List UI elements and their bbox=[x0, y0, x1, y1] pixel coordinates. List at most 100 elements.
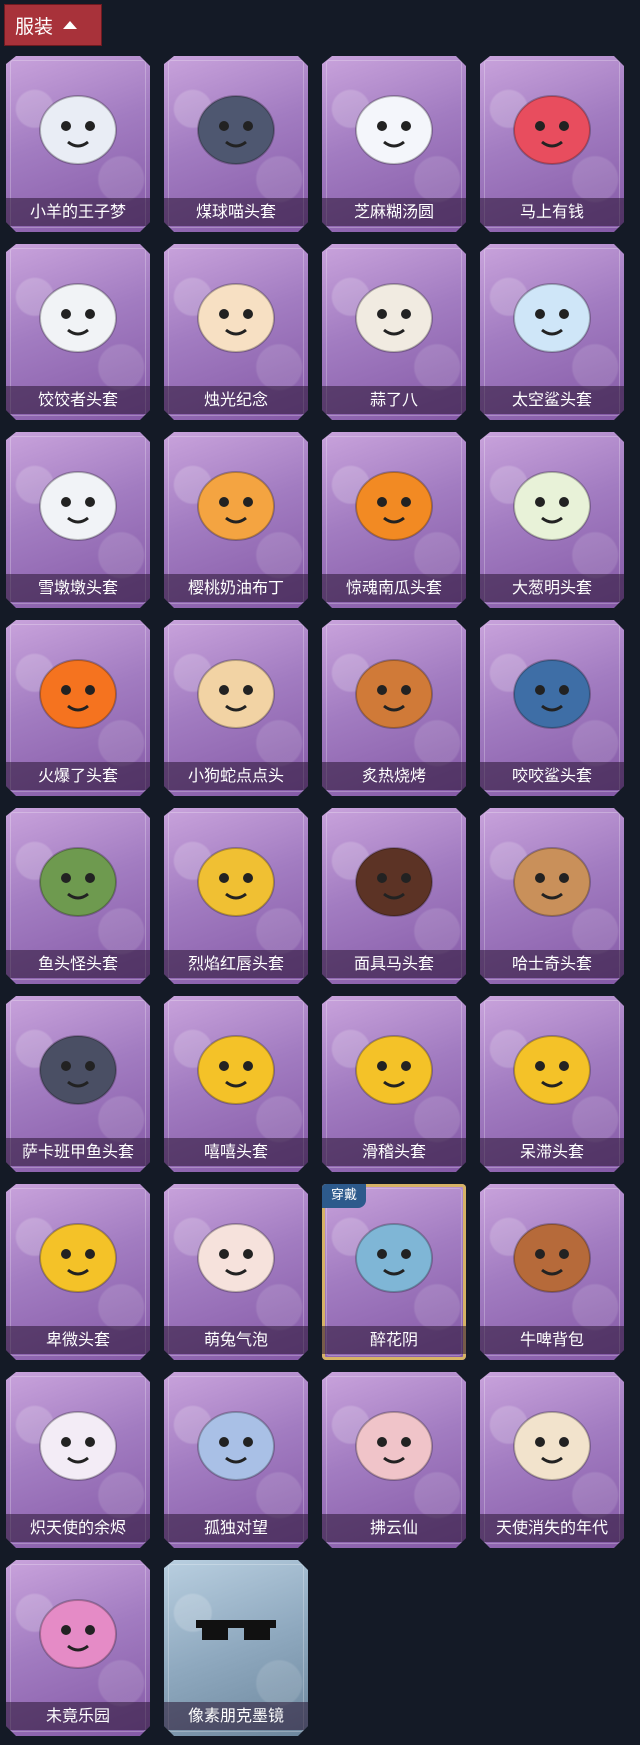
costume-name: 太空鲨头套 bbox=[480, 386, 624, 414]
pixel-sunglasses-icon bbox=[196, 1620, 276, 1640]
dumpling-head-icon bbox=[39, 283, 117, 353]
fish-head-icon bbox=[39, 847, 117, 917]
costume-name: 烛光纪念 bbox=[164, 386, 308, 414]
costume-name: 炽天使的余烬 bbox=[6, 1514, 150, 1542]
costume-name: 樱桃奶油布丁 bbox=[164, 574, 308, 602]
costume-card[interactable]: 大葱明头套 bbox=[480, 432, 624, 608]
space-shark-head-icon bbox=[513, 283, 591, 353]
costume-card[interactable]: 醉花阴 穿戴 bbox=[322, 1184, 466, 1360]
shark-head-icon bbox=[513, 659, 591, 729]
costume-card[interactable]: 未竟乐园 bbox=[6, 1560, 150, 1736]
fire-head-icon bbox=[39, 659, 117, 729]
costume-grid: 小羊的王子梦 煤球喵头套 芝麻糊汤圆 马上有钱饺饺者头套 烛光纪念 蒜了八 太空鲨头套雪墩墩… bbox=[0, 0, 640, 1745]
husky-head-icon bbox=[513, 847, 591, 917]
costume-card[interactable]: 烛光纪念 bbox=[164, 244, 308, 420]
fish-fossil-head-icon bbox=[39, 1035, 117, 1105]
costume-card[interactable]: 孤独对望 bbox=[164, 1372, 308, 1548]
angel-doll-icon bbox=[39, 1411, 117, 1481]
costume-name: 呆滞头套 bbox=[480, 1138, 624, 1166]
costume-card[interactable]: 小狗蛇点点头 bbox=[164, 620, 308, 796]
costume-name: 未竟乐园 bbox=[6, 1702, 150, 1730]
costume-name: 小羊的王子梦 bbox=[6, 198, 150, 226]
costume-name: 面具马头套 bbox=[322, 950, 466, 978]
costume-card[interactable]: 滑稽头套 bbox=[322, 996, 466, 1172]
costume-name: 哈士奇头套 bbox=[480, 950, 624, 978]
costume-card[interactable]: 太空鲨头套 bbox=[480, 244, 624, 420]
costume-card[interactable]: 炽天使的余烬 bbox=[6, 1372, 150, 1548]
costume-card[interactable]: 烈焰红唇头套 bbox=[164, 808, 308, 984]
costume-card[interactable]: 咬咬鲨头套 bbox=[480, 620, 624, 796]
costume-card[interactable]: 像素朋克墨镜 bbox=[164, 1560, 308, 1736]
horse-head-icon bbox=[513, 95, 591, 165]
costume-card[interactable]: 煤球喵头套 bbox=[164, 56, 308, 232]
costume-name: 鱼头怪头套 bbox=[6, 950, 150, 978]
cow-beer-backpack-icon bbox=[513, 1223, 591, 1293]
costume-name: 卑微头套 bbox=[6, 1326, 150, 1354]
costume-name: 天使消失的年代 bbox=[480, 1514, 624, 1542]
costume-card[interactable]: 火爆了头套 bbox=[6, 620, 150, 796]
costume-name: 小狗蛇点点头 bbox=[164, 762, 308, 790]
costume-card[interactable]: 雪墩墩头套 bbox=[6, 432, 150, 608]
costume-name: 惊魂南瓜头套 bbox=[322, 574, 466, 602]
sheep-prince-head-icon bbox=[39, 95, 117, 165]
scallion-head-icon bbox=[513, 471, 591, 541]
costume-card[interactable]: 炙热烧烤 bbox=[322, 620, 466, 796]
costume-name: 芝麻糊汤圆 bbox=[322, 198, 466, 226]
costume-name: 火爆了头套 bbox=[6, 762, 150, 790]
pink-doll-icon bbox=[39, 1599, 117, 1669]
equipped-badge: 穿戴 bbox=[322, 1184, 366, 1208]
costume-name: 孤独对望 bbox=[164, 1514, 308, 1542]
costume-card[interactable]: 萨卡班甲鱼头套 bbox=[6, 996, 150, 1172]
costume-card[interactable]: 鱼头怪头套 bbox=[6, 808, 150, 984]
costume-card[interactable]: 哈士奇头套 bbox=[480, 808, 624, 984]
costume-name: 大葱明头套 bbox=[480, 574, 624, 602]
costume-name: 牛啤背包 bbox=[480, 1326, 624, 1354]
candle-head-icon bbox=[197, 283, 275, 353]
horse-mask-head-icon bbox=[355, 847, 433, 917]
charm-doll-icon bbox=[197, 1411, 275, 1481]
pudding-head-icon bbox=[197, 471, 275, 541]
costume-card[interactable]: 小羊的王子梦 bbox=[6, 56, 150, 232]
costume-card[interactable]: 芝麻糊汤圆 bbox=[322, 56, 466, 232]
yellow-mouse-head-icon bbox=[197, 847, 275, 917]
costume-name: 煤球喵头套 bbox=[164, 198, 308, 226]
costume-card[interactable]: 惊魂南瓜头套 bbox=[322, 432, 466, 608]
costume-card[interactable]: 牛啤背包 bbox=[480, 1184, 624, 1360]
angel-halo-doll-icon bbox=[513, 1411, 591, 1481]
bunny-bubble-icon bbox=[197, 1223, 275, 1293]
barbecue-head-icon bbox=[355, 659, 433, 729]
cat-head-icon bbox=[197, 95, 275, 165]
costume-name: 马上有钱 bbox=[480, 198, 624, 226]
stare-emoji-head-icon bbox=[513, 1035, 591, 1105]
costume-name: 拂云仙 bbox=[322, 1514, 466, 1542]
costume-name: 萨卡班甲鱼头套 bbox=[6, 1138, 150, 1166]
costume-card[interactable]: 马上有钱 bbox=[480, 56, 624, 232]
costume-name: 滑稽头套 bbox=[322, 1138, 466, 1166]
costume-card[interactable]: 天使消失的年代 bbox=[480, 1372, 624, 1548]
funny-emoji-head-icon bbox=[355, 1035, 433, 1105]
pumpkin-head-icon bbox=[355, 471, 433, 541]
costume-name: 像素朋克墨镜 bbox=[164, 1702, 308, 1730]
costume-card[interactable]: 面具马头套 bbox=[322, 808, 466, 984]
costume-card[interactable]: 拂云仙 bbox=[322, 1372, 466, 1548]
costume-card[interactable]: 卑微头套 bbox=[6, 1184, 150, 1360]
costume-name: 咬咬鲨头套 bbox=[480, 762, 624, 790]
garlic-head-icon bbox=[355, 283, 433, 353]
costume-name: 雪墩墩头套 bbox=[6, 574, 150, 602]
costume-name: 蒜了八 bbox=[322, 386, 466, 414]
costume-name: 烈焰红唇头套 bbox=[164, 950, 308, 978]
costume-name: 嘻嘻头套 bbox=[164, 1138, 308, 1166]
rice-ball-head-icon bbox=[355, 95, 433, 165]
costume-card[interactable]: 萌兔气泡 bbox=[164, 1184, 308, 1360]
costume-name: 炙热烧烤 bbox=[322, 762, 466, 790]
dog-snake-head-icon bbox=[197, 659, 275, 729]
costume-card[interactable]: 饺饺者头套 bbox=[6, 244, 150, 420]
costume-card[interactable]: 嘻嘻头套 bbox=[164, 996, 308, 1172]
costume-card[interactable]: 樱桃奶油布丁 bbox=[164, 432, 308, 608]
costume-card[interactable]: 呆滞头套 bbox=[480, 996, 624, 1172]
humble-emoji-head-icon bbox=[39, 1223, 117, 1293]
costume-card[interactable]: 蒜了八 bbox=[322, 244, 466, 420]
costume-name: 醉花阴 bbox=[322, 1326, 466, 1354]
flower-ornament-icon bbox=[355, 1223, 433, 1293]
snowman-head-icon bbox=[39, 471, 117, 541]
